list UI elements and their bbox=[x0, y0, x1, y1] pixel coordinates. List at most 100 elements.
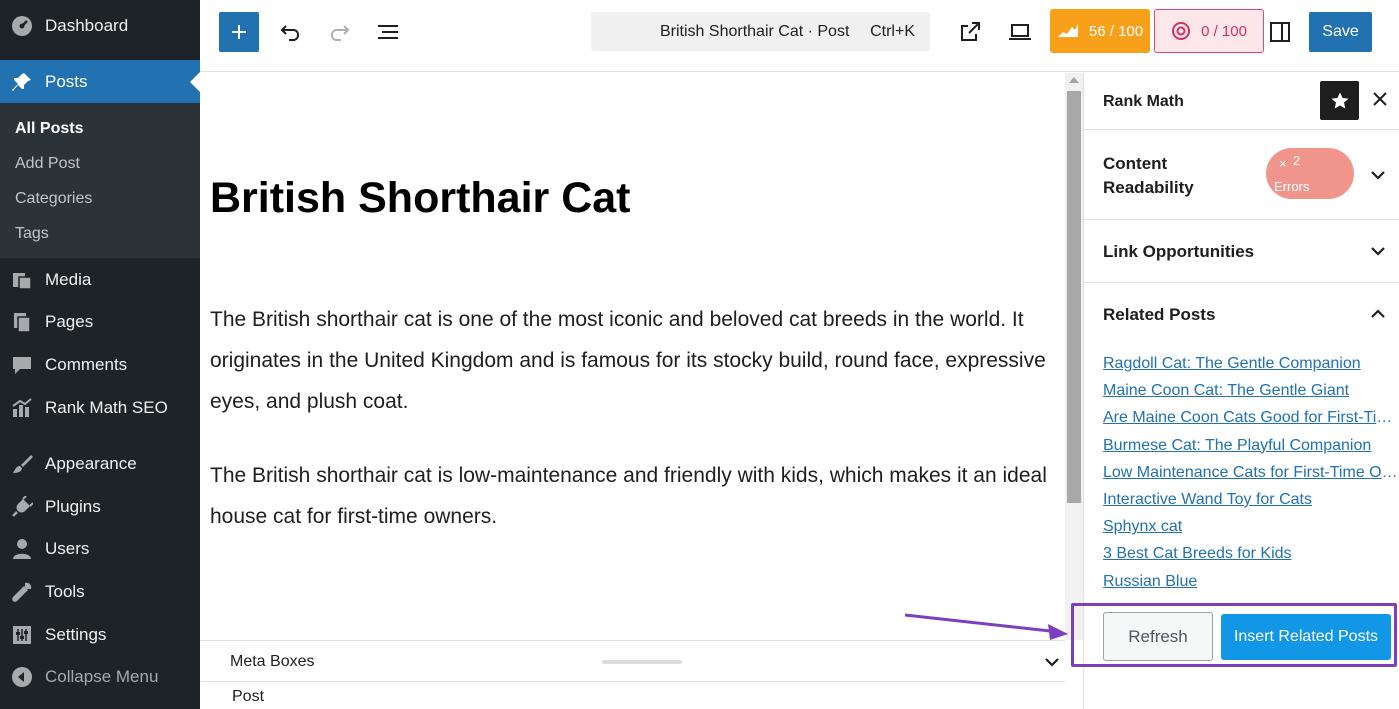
view-post-button[interactable] bbox=[956, 18, 984, 46]
sidebar-item-label: Appearance bbox=[45, 454, 137, 473]
related-post-link[interactable]: Are Maine Coon Cats Good for First-Time … bbox=[1103, 407, 1399, 434]
command-palette-title: British Shorthair Cat · Post bbox=[660, 22, 850, 40]
chevron-down-icon[interactable] bbox=[1369, 166, 1387, 189]
editor-scrollbar[interactable] bbox=[1065, 73, 1083, 640]
related-post-link[interactable]: Interactive Wand Toy for Cats bbox=[1103, 489, 1399, 516]
paragraph-block[interactable]: The British shorthair cat is low-mainten… bbox=[210, 455, 1055, 537]
sidebar-item-label: Comments bbox=[45, 355, 128, 374]
editor-canvas: British Shorthair Cat The British shorth… bbox=[200, 73, 1065, 640]
sidebar-item-label: Rank Math SEO bbox=[45, 398, 168, 417]
posts-submenu: All Posts Add Post Categories Tags bbox=[0, 103, 200, 258]
chevron-up-icon[interactable] bbox=[1369, 305, 1387, 328]
section-title[interactable]: Related Posts bbox=[1103, 303, 1215, 327]
submenu-all-posts[interactable]: All Posts bbox=[15, 120, 83, 138]
sidebar-item-plugins[interactable]: Plugins bbox=[0, 489, 200, 525]
resize-handle[interactable] bbox=[602, 660, 682, 664]
sidebar-item-media[interactable]: Media bbox=[0, 262, 200, 298]
list-view-icon bbox=[378, 25, 398, 39]
sidebar-item-rank-math[interactable]: Rank Math SEO bbox=[0, 390, 200, 426]
related-post-link[interactable]: Burmese Cat: The Playful Companion bbox=[1103, 435, 1399, 462]
related-post-link[interactable]: Low Maintenance Cats for First-Time Owne… bbox=[1103, 462, 1399, 489]
sidebar-item-label: Pages bbox=[45, 312, 94, 331]
redo-icon bbox=[330, 25, 350, 41]
settings-panel-toggle[interactable] bbox=[1266, 18, 1294, 46]
meta-boxes-label: Meta Boxes bbox=[230, 653, 315, 670]
sidebar-item-appearance[interactable]: Appearance bbox=[0, 446, 200, 482]
add-block-button[interactable] bbox=[219, 12, 259, 52]
pin-icon bbox=[10, 70, 34, 94]
star-icon bbox=[1331, 92, 1348, 108]
sidebar-item-label: Posts bbox=[45, 71, 88, 91]
sliders-icon bbox=[10, 623, 34, 647]
undo-icon bbox=[280, 25, 300, 41]
seo-score-value: 56 / 100 bbox=[1088, 22, 1144, 40]
preview-device-button[interactable] bbox=[1006, 18, 1034, 46]
sidebar-item-tools[interactable]: Tools bbox=[0, 574, 200, 610]
dashboard-icon bbox=[10, 14, 34, 38]
submenu-tags[interactable]: Tags bbox=[15, 225, 49, 243]
submenu-add-post[interactable]: Add Post bbox=[15, 155, 80, 173]
readability-score-value: 0 / 100 bbox=[1201, 22, 1247, 40]
command-palette-bar[interactable]: British Shorthair Cat · Post Ctrl+K bbox=[591, 12, 930, 51]
keyboard-shortcut: Ctrl+K bbox=[870, 22, 915, 40]
sidebar-item-label: Collapse Menu bbox=[45, 667, 159, 686]
link-opportunities-section[interactable]: Link Opportunities bbox=[1084, 220, 1399, 283]
section-title: Content Readability bbox=[1103, 154, 1194, 197]
annotation-arrow bbox=[904, 613, 1068, 640]
sidebar-item-users[interactable]: Users bbox=[0, 531, 200, 567]
sidebar-item-comments[interactable]: Comments bbox=[0, 347, 200, 383]
sidebar-item-posts[interactable]: Posts bbox=[0, 60, 200, 103]
close-panel-button[interactable] bbox=[1372, 89, 1388, 111]
at-sign-icon bbox=[1172, 22, 1191, 40]
pin-favorite-button[interactable] bbox=[1320, 81, 1359, 120]
collapse-menu-button[interactable]: Collapse Menu bbox=[0, 659, 200, 695]
sidebar-item-label: Media bbox=[45, 270, 92, 289]
external-link-icon bbox=[961, 22, 980, 41]
admin-sidebar: Dashboard Posts All Posts Add Post Categ… bbox=[0, 0, 200, 709]
sidebar-item-label: Settings bbox=[45, 625, 107, 644]
section-title: Link Opportunities bbox=[1103, 242, 1255, 261]
save-button[interactable]: Save bbox=[1309, 12, 1372, 52]
sidebar-item-label: Plugins bbox=[45, 497, 101, 516]
error-x-icon: × bbox=[1279, 156, 1287, 171]
sidebar-item-label: Dashboard bbox=[45, 16, 129, 35]
pages-icon bbox=[10, 310, 34, 334]
chevron-down-icon[interactable] bbox=[1369, 242, 1387, 265]
errors-label: Errors bbox=[1274, 179, 1310, 194]
undo-button[interactable] bbox=[276, 18, 304, 46]
plus-icon bbox=[232, 25, 246, 39]
block-breadcrumb[interactable]: Post bbox=[232, 688, 264, 706]
wrench-icon bbox=[10, 580, 34, 604]
close-icon bbox=[1373, 92, 1387, 106]
scroll-up-arrow[interactable] bbox=[1069, 77, 1079, 83]
collapse-icon bbox=[10, 665, 34, 689]
readability-score-button[interactable]: 0 / 100 bbox=[1154, 9, 1264, 53]
related-post-link[interactable]: Russian Blue bbox=[1103, 571, 1399, 598]
sidebar-item-label: Users bbox=[45, 539, 90, 558]
paragraph-block[interactable]: The British shorthair cat is one of the … bbox=[210, 299, 1055, 422]
chevron-down-icon[interactable] bbox=[1043, 653, 1061, 676]
laptop-icon bbox=[1009, 24, 1031, 40]
meta-boxes-bar[interactable]: Meta Boxes bbox=[200, 640, 1065, 682]
active-indicator bbox=[190, 71, 200, 92]
highlight-box bbox=[1071, 603, 1397, 667]
submenu-categories[interactable]: Categories bbox=[15, 190, 92, 208]
sidebar-item-pages[interactable]: Pages bbox=[0, 304, 200, 340]
scrollbar-thumb[interactable] bbox=[1067, 91, 1081, 503]
post-title[interactable]: British Shorthair Cat bbox=[210, 170, 631, 226]
document-overview-button[interactable] bbox=[375, 18, 403, 46]
redo-button[interactable] bbox=[326, 18, 354, 46]
sidebar-item-settings[interactable]: Settings bbox=[0, 617, 200, 653]
related-post-link[interactable]: 3 Best Cat Breeds for Kids bbox=[1103, 543, 1399, 570]
related-post-link[interactable]: Ragdoll Cat: The Gentle Companion bbox=[1103, 353, 1399, 380]
brush-icon bbox=[10, 452, 34, 476]
sidebar-item-dashboard[interactable]: Dashboard bbox=[0, 8, 200, 44]
related-posts-list: Ragdoll Cat: The Gentle Companion Maine … bbox=[1103, 353, 1399, 598]
related-post-link[interactable]: Sphynx cat bbox=[1103, 516, 1399, 543]
sidebar-item-label: Tools bbox=[45, 582, 85, 601]
chart-icon bbox=[10, 396, 34, 420]
seo-score-button[interactable]: 56 / 100 bbox=[1050, 9, 1150, 53]
panel-header: Rank Math bbox=[1084, 73, 1399, 130]
media-icon bbox=[10, 268, 34, 292]
related-post-link[interactable]: Maine Coon Cat: The Gentle Giant bbox=[1103, 380, 1399, 407]
